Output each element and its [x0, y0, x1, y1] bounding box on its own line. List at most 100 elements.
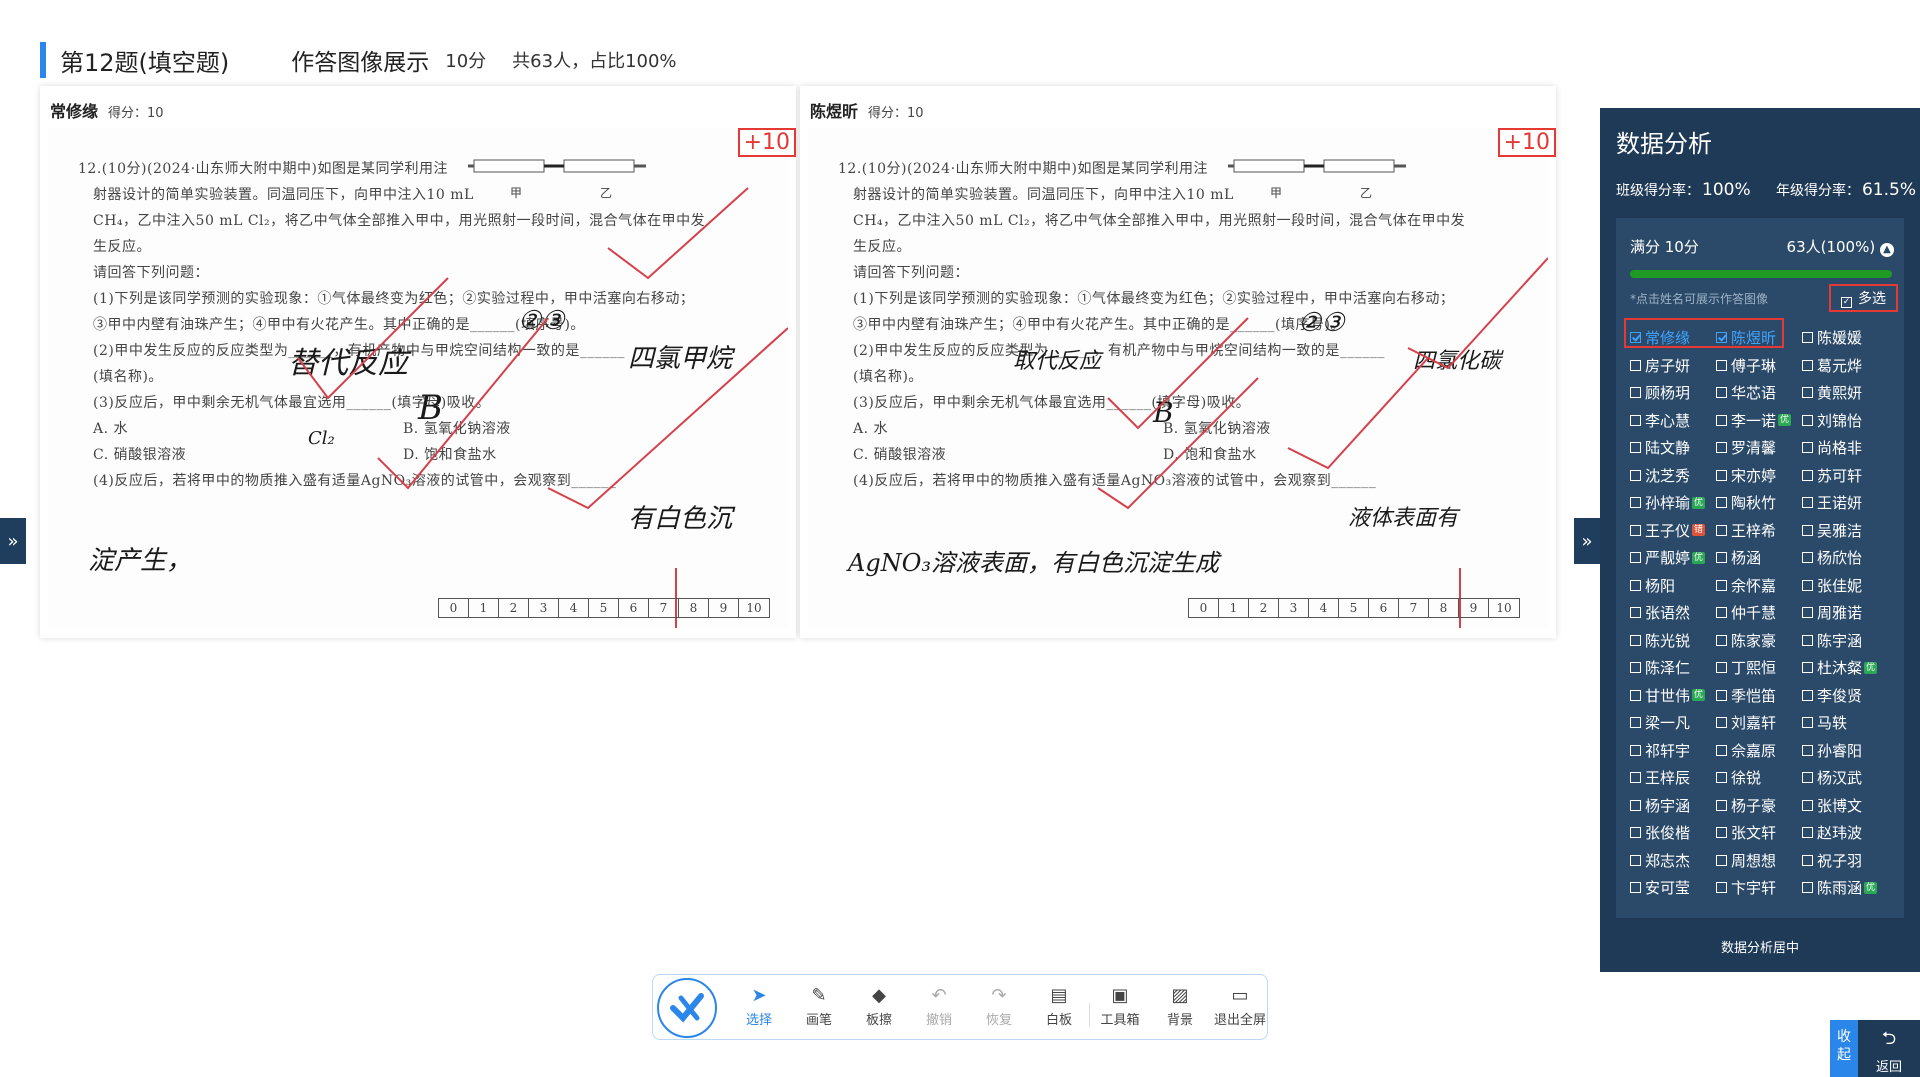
student-item[interactable]: 仲千慧	[1716, 601, 1802, 625]
student-item[interactable]: 葛元烨	[1802, 354, 1898, 378]
student-item[interactable]: 佘嘉原	[1716, 739, 1802, 763]
student-item[interactable]: 沈芝秀	[1630, 464, 1716, 488]
student-item[interactable]: 张俊楷	[1630, 821, 1716, 845]
checkbox-icon[interactable]	[1716, 442, 1727, 454]
tool-eraser-button[interactable]: ◆ 板擦	[849, 983, 909, 1028]
checkbox-icon[interactable]	[1630, 662, 1641, 674]
student-item[interactable]: 杨子豪	[1716, 794, 1802, 818]
score-scale-cell[interactable]: 6	[619, 599, 649, 617]
checkbox-icon[interactable]	[1630, 469, 1641, 481]
student-item[interactable]: 甘世伟优	[1630, 684, 1716, 708]
score-scale-cell[interactable]: 3	[1279, 599, 1309, 617]
student-item[interactable]: 严靓婷优	[1630, 546, 1716, 570]
student-item[interactable]: 季恺笛	[1716, 684, 1802, 708]
checkbox-icon[interactable]	[1630, 854, 1641, 866]
checkbox-icon[interactable]	[1802, 442, 1813, 454]
checkbox-icon[interactable]	[1630, 799, 1641, 811]
tool-exit-fullscreen-button[interactable]: ▭ 退出全屏	[1210, 983, 1270, 1028]
checkbox-icon[interactable]	[1716, 524, 1727, 536]
checkbox-icon[interactable]	[1630, 524, 1641, 536]
checkbox-icon[interactable]	[1630, 689, 1641, 701]
student-item[interactable]: 张博文	[1802, 794, 1898, 818]
student-item[interactable]: 孙睿阳	[1802, 739, 1898, 763]
student-item[interactable]: 杜沐粲优	[1802, 656, 1898, 680]
score-scale-cell[interactable]: 9	[709, 599, 739, 617]
expand-left-tab[interactable]: »	[0, 518, 26, 564]
student-item[interactable]: 王诺妍	[1802, 491, 1898, 515]
checkbox-icon[interactable]	[1716, 469, 1727, 481]
answer-card[interactable]: 陈煜昕 得分：10 12.(10分)(2024·山东师大附中期中)如图是某同学利…	[800, 86, 1556, 638]
student-item[interactable]: 王子仪错	[1630, 519, 1716, 543]
checkbox-icon[interactable]	[1716, 772, 1727, 784]
checkbox-icon[interactable]	[1716, 497, 1727, 509]
checkbox-icon[interactable]	[1802, 359, 1813, 371]
student-item[interactable]: 杨阳	[1630, 574, 1716, 598]
student-item[interactable]: 吴雅洁	[1802, 519, 1898, 543]
checkbox-icon[interactable]	[1716, 634, 1727, 646]
checkbox-icon[interactable]	[1802, 387, 1813, 399]
app-logo[interactable]	[657, 978, 717, 1038]
student-item[interactable]: 陶秋竹	[1716, 491, 1802, 515]
multi-select-toggle[interactable]: ✓ 多选	[1829, 284, 1898, 312]
student-item[interactable]: 周想想	[1716, 849, 1802, 873]
tool-undo-button[interactable]: ↶ 撤销	[909, 983, 969, 1028]
tool-redo-button[interactable]: ↷ 恢复	[969, 983, 1029, 1028]
student-item[interactable]: 宋亦婷	[1716, 464, 1802, 488]
score-scale-cell[interactable]: 5	[589, 599, 619, 617]
student-item[interactable]: 徐锐	[1716, 766, 1802, 790]
student-item[interactable]: 刘嘉轩	[1716, 711, 1802, 735]
checkbox-icon[interactable]	[1630, 442, 1641, 454]
student-item[interactable]: 尚格非	[1802, 436, 1898, 460]
student-item[interactable]: 周雅诺	[1802, 601, 1898, 625]
score-scale-cell[interactable]: 10	[739, 599, 769, 617]
tool-cursor-button[interactable]: ➤ 选择	[729, 983, 789, 1028]
student-item[interactable]: 陈媛媛	[1802, 326, 1898, 350]
checkbox-icon[interactable]	[1802, 827, 1813, 839]
checkbox-icon[interactable]	[1802, 717, 1813, 729]
student-item[interactable]: 房子妍	[1630, 354, 1716, 378]
score-scale-cell[interactable]: 10	[1489, 599, 1519, 617]
score-group-header[interactable]: 满分 10分 63人(100%) ▲	[1630, 236, 1894, 257]
checkbox-icon[interactable]	[1630, 552, 1641, 564]
answer-card[interactable]: 常修缘 得分：10 12.(10分)(2024·山东师大附中期中)如图是某同学利…	[40, 86, 796, 638]
checkbox-icon[interactable]	[1802, 799, 1813, 811]
student-item[interactable]: 郑志杰	[1630, 849, 1716, 873]
checkbox-icon[interactable]	[1802, 469, 1813, 481]
student-item[interactable]: 梁一凡	[1630, 711, 1716, 735]
score-scale-cell[interactable]: 3	[529, 599, 559, 617]
checkbox-icon[interactable]	[1716, 854, 1727, 866]
score-scale-cell[interactable]: 5	[1339, 599, 1369, 617]
student-item[interactable]: 赵玮波	[1802, 821, 1898, 845]
checkbox-icon[interactable]	[1802, 772, 1813, 784]
student-item[interactable]: 马轶	[1802, 711, 1898, 735]
checkbox-icon[interactable]	[1716, 387, 1727, 399]
student-item[interactable]: 王梓辰	[1630, 766, 1716, 790]
student-item[interactable]: 安可莹	[1630, 876, 1716, 900]
student-item[interactable]: 陈光锐	[1630, 629, 1716, 653]
checkbox-icon[interactable]	[1716, 579, 1727, 591]
checkbox-icon[interactable]	[1802, 882, 1813, 894]
checkbox-icon[interactable]	[1716, 359, 1727, 371]
student-item[interactable]: 张佳妮	[1802, 574, 1898, 598]
student-item[interactable]: 余怀嘉	[1716, 574, 1802, 598]
student-item[interactable]: 孙梓瑜优	[1630, 491, 1716, 515]
student-item[interactable]: 陈泽仁	[1630, 656, 1716, 680]
checkbox-icon[interactable]	[1716, 607, 1727, 619]
checkbox-icon[interactable]	[1630, 744, 1641, 756]
checkbox-icon[interactable]	[1630, 772, 1641, 784]
checkbox-icon[interactable]	[1802, 854, 1813, 866]
checkbox-icon[interactable]	[1630, 359, 1641, 371]
checkbox-icon[interactable]	[1716, 689, 1727, 701]
student-item[interactable]: 杨汉武	[1802, 766, 1898, 790]
score-scale-cell[interactable]: 4	[559, 599, 589, 617]
score-scale-cell[interactable]: 4	[1309, 599, 1339, 617]
student-item[interactable]: 杨宇涵	[1630, 794, 1716, 818]
score-scale-cell[interactable]: 8	[1429, 599, 1459, 617]
checkbox-icon[interactable]	[1630, 634, 1641, 646]
checkbox-icon[interactable]	[1802, 414, 1813, 426]
student-item[interactable]: 张语然	[1630, 601, 1716, 625]
checkbox-icon[interactable]	[1630, 414, 1641, 426]
checkbox-icon[interactable]	[1802, 634, 1813, 646]
student-item[interactable]: 卞宇轩	[1716, 876, 1802, 900]
score-scale-cell[interactable]: 7	[649, 599, 679, 617]
